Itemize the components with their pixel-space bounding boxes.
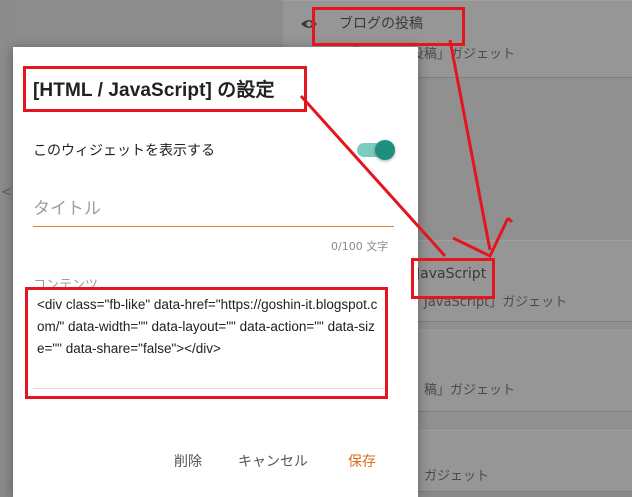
annotation-box-content — [25, 287, 388, 399]
html-javascript-settings-dialog: [HTML / JavaScript] の設定 このウィジェットを表示する 0/… — [13, 47, 418, 497]
title-input[interactable] — [33, 192, 394, 227]
chevron-left-icon[interactable]: < — [1, 185, 12, 200]
annotation-box-dialog-title — [23, 66, 307, 112]
annotation-box-blog-posts — [312, 7, 465, 46]
cancel-button[interactable]: キャンセル — [238, 451, 308, 471]
gadget-subtitle-other: ガジェット — [424, 469, 490, 484]
gadget-subtitle-posts: 稿」ガジェット — [424, 383, 516, 398]
title-character-counter: 0/100 文字 — [331, 240, 389, 253]
background-left-panel — [0, 0, 12, 481]
show-widget-toggle[interactable] — [357, 140, 395, 160]
delete-button[interactable]: 削除 — [174, 451, 202, 471]
annotation-box-javascript — [411, 258, 495, 299]
toggle-knob — [375, 140, 395, 160]
save-button[interactable]: 保存 — [348, 451, 376, 471]
show-widget-label: このウィジェットを表示する — [33, 143, 215, 159]
